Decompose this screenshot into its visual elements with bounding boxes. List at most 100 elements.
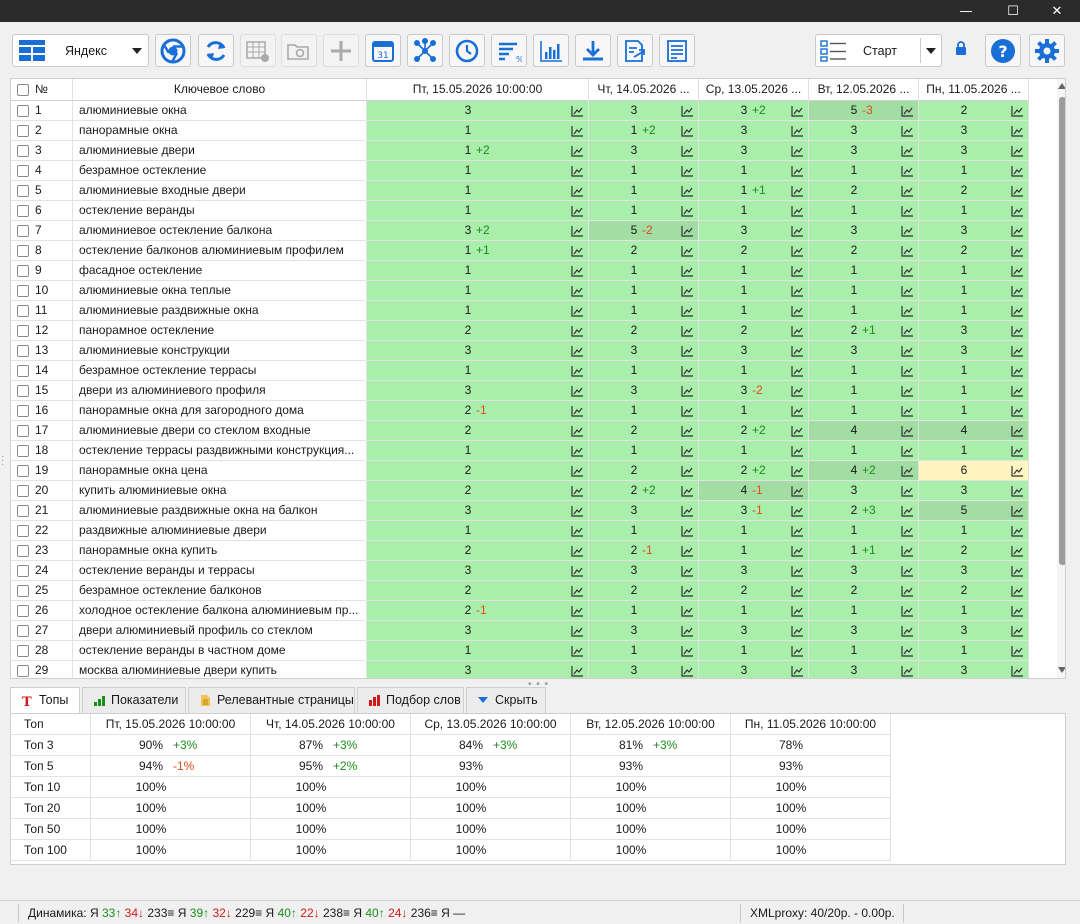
table-row[interactable]: 23 панорамные окна купить 2 2 -1 1 1 +1 2 xyxy=(11,541,1031,561)
table-row[interactable]: 24 остекление веранды и террасы 3 3 3 3 3 xyxy=(11,561,1031,581)
position-cell[interactable]: 2 xyxy=(919,541,1029,561)
row-checkbox[interactable] xyxy=(17,225,29,237)
position-cell[interactable]: 2 xyxy=(589,321,699,341)
trend-chart-icon[interactable] xyxy=(901,525,914,537)
position-cell[interactable]: 3 xyxy=(699,561,809,581)
position-cell[interactable]: 1 xyxy=(589,441,699,461)
position-cell[interactable]: 1 xyxy=(367,161,589,181)
table-row[interactable]: 25 безрамное остекление балконов 2 2 2 2 2 xyxy=(11,581,1031,601)
position-cell[interactable]: 2 xyxy=(589,241,699,261)
trend-chart-icon[interactable] xyxy=(901,645,914,657)
trend-chart-icon[interactable] xyxy=(791,105,804,117)
trend-chart-icon[interactable] xyxy=(901,405,914,417)
position-cell[interactable]: 2 xyxy=(809,581,919,601)
trend-chart-icon[interactable] xyxy=(571,345,584,357)
trend-chart-icon[interactable] xyxy=(791,525,804,537)
table-row[interactable]: 16 панорамные окна для загородного дома 2-… xyxy=(11,401,1031,421)
table-row[interactable]: 2 панорамные окна 1 1 +2 3 3 3 xyxy=(11,121,1031,141)
position-cell[interactable]: 1 xyxy=(367,441,589,461)
position-cell[interactable]: 1 xyxy=(367,521,589,541)
row-checkbox[interactable] xyxy=(17,305,29,317)
trend-chart-icon[interactable] xyxy=(901,425,914,437)
position-cell[interactable]: 1 xyxy=(809,441,919,461)
position-cell[interactable]: 1 xyxy=(589,361,699,381)
position-cell[interactable]: 3 xyxy=(919,141,1029,161)
trend-chart-icon[interactable] xyxy=(681,125,694,137)
trend-chart-icon[interactable] xyxy=(571,285,584,297)
position-cell[interactable]: 5 -2 xyxy=(589,221,699,241)
position-cell[interactable]: 2 +2 xyxy=(699,421,809,441)
trend-chart-icon[interactable] xyxy=(901,465,914,477)
position-cell[interactable]: 1 xyxy=(699,301,809,321)
bar-chart-button[interactable] xyxy=(533,34,569,67)
trend-chart-icon[interactable] xyxy=(1011,525,1024,537)
trend-chart-icon[interactable] xyxy=(791,665,804,677)
row-checkbox[interactable] xyxy=(17,445,29,457)
position-cell[interactable]: 2 xyxy=(699,321,809,341)
trend-chart-icon[interactable] xyxy=(571,585,584,597)
trend-chart-icon[interactable] xyxy=(571,365,584,377)
trend-chart-icon[interactable] xyxy=(791,245,804,257)
position-cell[interactable]: 1 xyxy=(589,181,699,201)
tab-top[interactable]: T Топы xyxy=(10,687,80,714)
trend-chart-icon[interactable] xyxy=(1011,565,1024,577)
table-row[interactable]: 6 остекление веранды 1 1 1 1 1 xyxy=(11,201,1031,221)
trend-chart-icon[interactable] xyxy=(901,305,914,317)
clock-button[interactable] xyxy=(449,34,485,67)
position-cell[interactable]: 3 xyxy=(919,561,1029,581)
trend-chart-icon[interactable] xyxy=(571,485,584,497)
trend-chart-icon[interactable] xyxy=(571,385,584,397)
chevron-down-icon[interactable] xyxy=(132,48,142,54)
trend-chart-icon[interactable] xyxy=(681,625,694,637)
position-cell[interactable]: 1 xyxy=(919,401,1029,421)
position-cell[interactable]: 3 xyxy=(699,341,809,361)
trend-chart-icon[interactable] xyxy=(1011,425,1024,437)
table-row[interactable]: 12 панорамное остекление 2 2 2 2 +1 3 xyxy=(11,321,1031,341)
trend-chart-icon[interactable] xyxy=(1011,265,1024,277)
table-row[interactable]: 21 алюминиевые раздвижные окна на балкон 3… xyxy=(11,501,1031,521)
trend-chart-icon[interactable] xyxy=(1011,645,1024,657)
position-cell[interactable]: 1 xyxy=(699,601,809,621)
position-cell[interactable]: 4 xyxy=(919,421,1029,441)
header-date-1[interactable]: Пт, 15.05.2026 10:00:00 xyxy=(367,79,589,101)
position-cell[interactable]: 1 xyxy=(367,281,589,301)
trend-chart-icon[interactable] xyxy=(681,345,694,357)
position-cell[interactable]: 2 xyxy=(367,581,589,601)
position-cell[interactable]: 3 xyxy=(589,381,699,401)
trend-chart-icon[interactable] xyxy=(901,165,914,177)
position-cell[interactable]: 3 xyxy=(589,621,699,641)
position-cell[interactable]: 2 xyxy=(367,541,589,561)
table-row[interactable]: 3 алюминиевые двери 1 +2 3 3 3 3 xyxy=(11,141,1031,161)
position-cell[interactable]: 3 xyxy=(919,321,1029,341)
position-cell[interactable]: 3 xyxy=(699,661,809,678)
position-cell[interactable]: 1 xyxy=(589,521,699,541)
trend-chart-icon[interactable] xyxy=(791,125,804,137)
trend-chart-icon[interactable] xyxy=(1011,205,1024,217)
position-cell[interactable]: 3 xyxy=(367,501,589,521)
position-cell[interactable]: 3 xyxy=(367,101,589,121)
table-settings-button[interactable] xyxy=(240,34,276,67)
tops-header-date[interactable]: Пн, 11.05.2026 10:00:00 xyxy=(731,714,891,735)
position-cell[interactable]: 3 +2 xyxy=(367,221,589,241)
calendar-button[interactable]: 31 xyxy=(365,34,401,67)
trend-chart-icon[interactable] xyxy=(681,305,694,317)
trend-chart-icon[interactable] xyxy=(571,105,584,117)
position-cell[interactable]: 1 xyxy=(809,281,919,301)
trend-chart-icon[interactable] xyxy=(1011,125,1024,137)
position-cell[interactable]: 2 +2 xyxy=(589,481,699,501)
sort-percent-button[interactable]: % xyxy=(491,34,527,67)
trend-chart-icon[interactable] xyxy=(681,145,694,157)
trend-chart-icon[interactable] xyxy=(901,365,914,377)
row-checkbox[interactable] xyxy=(17,605,29,617)
position-cell[interactable]: 1 xyxy=(919,301,1029,321)
position-cell[interactable]: 1 xyxy=(367,181,589,201)
position-cell[interactable]: 3 xyxy=(809,141,919,161)
position-cell[interactable]: 1 xyxy=(699,281,809,301)
position-cell[interactable]: 1 xyxy=(919,281,1029,301)
trend-chart-icon[interactable] xyxy=(791,625,804,637)
trend-chart-icon[interactable] xyxy=(901,565,914,577)
position-cell[interactable]: 1 xyxy=(367,361,589,381)
trend-chart-icon[interactable] xyxy=(681,505,694,517)
position-cell[interactable]: 3 xyxy=(699,221,809,241)
position-cell[interactable]: 1 +2 xyxy=(589,121,699,141)
